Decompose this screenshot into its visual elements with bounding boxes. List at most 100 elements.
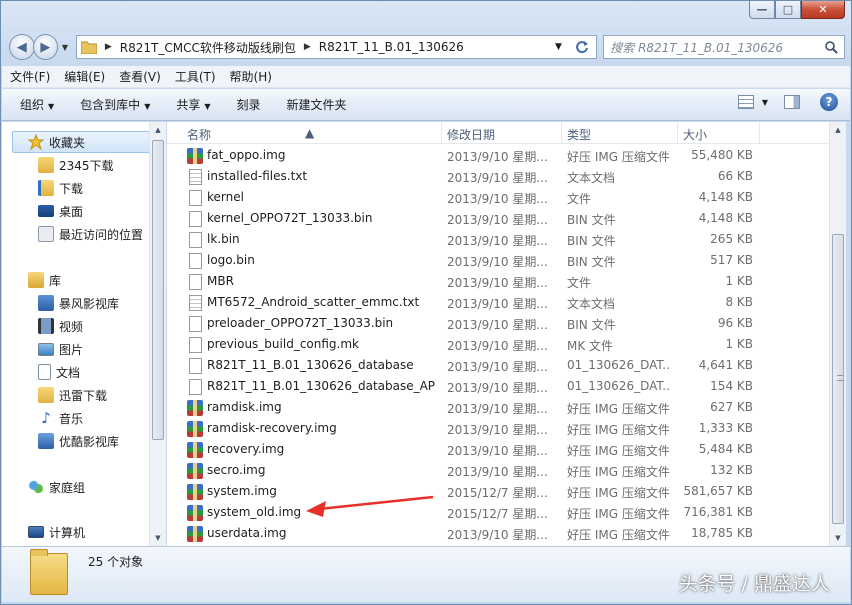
file-row[interactable]: recovery.img 2013/9/10 星期... 好压 IMG 压缩文件 5,… [167, 439, 829, 460]
archive-icon [187, 442, 203, 458]
search-box[interactable]: 搜索 R821T_11_B.01_130626 [603, 35, 846, 59]
address-bar[interactable]: ▶ R821T_CMCC软件移动版线刷包 ▶ R821T_11_B.01_130… [75, 35, 550, 59]
file-row[interactable]: system_old.img 2015/12/7 星期... 好压 IMG 压缩文件… [167, 502, 829, 523]
scroll-up-icon[interactable]: ▲ [830, 122, 846, 138]
explorer-window: — □ ✕ ◀ ▶ ▼ ▶ R821T_CMCC软件移动版线刷包 ▶ R821T… [0, 0, 852, 605]
file-row[interactable]: R821T_11_B.01_130626_database_AP 2013/9/1… [167, 376, 829, 397]
nav-item-music[interactable]: ♪ 音乐 [38, 408, 83, 428]
column-type[interactable]: 类型 [567, 126, 591, 143]
scroll-down-icon[interactable]: ▼ [830, 530, 846, 546]
breadcrumb-parent[interactable]: R821T_CMCC软件移动版线刷包 [120, 39, 296, 56]
breadcrumb-current[interactable]: R821T_11_B.01_130626 [319, 40, 464, 54]
menu-edit[interactable]: 编辑(E) [64, 68, 105, 85]
file-size: 1,333 KB [698, 421, 753, 435]
file-row[interactable]: secro.img 2013/9/10 星期... 好压 IMG 压缩文件 132 K… [167, 460, 829, 481]
nav-scroll-thumb[interactable] [152, 140, 164, 440]
nav-item-baofeng-library[interactable]: 暴风影视库 [38, 293, 119, 313]
file-size: 4,641 KB [698, 358, 753, 372]
menu-help[interactable]: 帮助(H) [230, 68, 272, 85]
maximize-button[interactable]: □ [775, 1, 801, 19]
back-button[interactable]: ◀ [9, 34, 35, 60]
nav-item-desktop[interactable]: 桌面 [38, 201, 83, 221]
navigation-pane: 收藏夹 2345下载 下载 桌面 最近访问的位置 库 暴风影视库 视频 图片 文… [2, 122, 149, 546]
nav-item-downloads[interactable]: 下载 [38, 178, 83, 198]
file-row[interactable]: R821T_11_B.01_130626_database 2013/9/10 星… [167, 355, 829, 376]
refresh-icon[interactable] [575, 40, 589, 54]
menu-view[interactable]: 查看(V) [119, 68, 161, 85]
file-size: 1 KB [725, 337, 753, 351]
nav-item-youku-library[interactable]: 优酷影视库 [38, 431, 119, 451]
close-button[interactable]: ✕ [801, 1, 845, 19]
file-list-scrollbar[interactable]: ▲ ▼ [829, 122, 846, 546]
file-row[interactable]: kernel 2013/9/10 星期... 文件 4,148 KB [167, 187, 829, 208]
minimize-button[interactable]: — [749, 1, 775, 19]
file-row[interactable]: lk.bin 2013/9/10 星期... BIN 文件 265 KB [167, 229, 829, 250]
view-options-icon[interactable] [737, 95, 754, 109]
file-date: 2013/9/10 星期... [447, 465, 548, 479]
forward-button[interactable]: ▶ [32, 34, 59, 60]
column-size[interactable]: 大小 [683, 126, 707, 143]
search-icon[interactable] [825, 40, 838, 54]
nav-libraries[interactable]: 库 [28, 270, 61, 290]
column-name[interactable]: 名称 [187, 126, 211, 143]
search-input[interactable]: 搜索 R821T_11_B.01_130626 [610, 39, 783, 56]
view-dropdown-icon[interactable]: ▼ [762, 98, 768, 107]
nav-item-2345-download[interactable]: 2345下载 [38, 155, 114, 175]
nav-homegroup[interactable]: 家庭组 [28, 477, 85, 497]
nav-computer[interactable]: 计算机 [28, 522, 85, 542]
file-list-scroll-thumb[interactable] [832, 234, 844, 524]
file-type: 01_130626_DAT... [567, 358, 671, 372]
help-icon[interactable]: ? [820, 93, 838, 111]
file-row[interactable]: system.img 2015/12/7 星期... 好压 IMG 压缩文件 581,… [167, 481, 829, 502]
file-row[interactable]: fat_oppo.img 2013/9/10 星期... 好压 IMG 压缩文件 55… [167, 145, 829, 166]
column-date[interactable]: 修改日期 [447, 126, 495, 143]
library-icon [28, 272, 44, 288]
document-icon [38, 364, 51, 380]
include-in-library-button[interactable]: 包含到库中 ▼ [80, 96, 150, 113]
file-type: 文本文档 [567, 297, 616, 311]
nav-item-xunlei-download[interactable]: 迅雷下载 [38, 385, 107, 405]
file-row[interactable]: ramdisk-recovery.img 2013/9/10 星期... 好压 IM… [167, 418, 829, 439]
file-icon [189, 316, 202, 332]
nav-item-pictures[interactable]: 图片 [38, 339, 83, 359]
file-row[interactable]: MBR 2013/9/10 星期... 文件 1 KB [167, 271, 829, 292]
column-divider[interactable] [441, 122, 442, 144]
nav-item-label: 桌面 [59, 204, 84, 219]
file-row[interactable]: previous_build_config.mk 2013/9/10 星期... M… [167, 334, 829, 355]
column-divider[interactable] [759, 122, 760, 144]
star-icon [28, 134, 44, 150]
file-row[interactable]: installed-files.txt 2013/9/10 星期... 文本文档 66… [167, 166, 829, 187]
file-row[interactable]: kernel_OPPO72T_13033.bin 2013/9/10 星期... B… [167, 208, 829, 229]
nav-item-recent-places[interactable]: 最近访问的位置 [38, 224, 143, 244]
preview-pane-icon[interactable] [784, 95, 800, 109]
column-divider[interactable] [561, 122, 562, 144]
file-row[interactable]: logo.bin 2013/9/10 星期... BIN 文件 517 KB [167, 250, 829, 271]
address-dropdown-icon[interactable]: ▼ [555, 42, 562, 52]
file-row[interactable]: MT6572_Android_scatter_emmc.txt 2013/9/10… [167, 292, 829, 313]
file-name: fat_oppo.img [207, 148, 286, 162]
organize-label: 组织 [20, 98, 45, 112]
file-row[interactable]: preloader_OPPO72T_13033.bin 2013/9/10 星期.… [167, 313, 829, 334]
breadcrumb-separator[interactable]: ▶ [304, 42, 311, 52]
nav-favorites[interactable]: 收藏夹 [28, 132, 85, 152]
scroll-up-icon[interactable]: ▲ [150, 122, 166, 138]
burn-button[interactable]: 刻录 [237, 96, 261, 113]
nav-scrollbar[interactable]: ▲ ▼ [149, 122, 166, 546]
menu-tools[interactable]: 工具(T) [175, 68, 216, 85]
file-date: 2015/12/7 星期... [447, 486, 548, 500]
scroll-down-icon[interactable]: ▼ [150, 530, 166, 546]
menu-file[interactable]: 文件(F) [10, 68, 50, 85]
file-name: ramdisk.img [207, 400, 282, 414]
breadcrumb-separator[interactable]: ▶ [105, 42, 112, 52]
nav-item-documents[interactable]: 文档 [38, 362, 80, 382]
column-header-row: ▲ 名称 修改日期 类型 大小 [167, 122, 829, 144]
organize-button[interactable]: 组织 ▼ [20, 96, 54, 113]
nav-item-videos[interactable]: 视频 [38, 316, 83, 336]
file-row[interactable]: ramdisk.img 2013/9/10 星期... 好压 IMG 压缩文件 627… [167, 397, 829, 418]
recent-pages-dropdown[interactable]: ▼ [58, 43, 72, 52]
share-button[interactable]: 共享 ▼ [176, 96, 210, 113]
new-folder-button[interactable]: 新建文件夹 [287, 96, 347, 113]
desktop-icon [38, 205, 54, 217]
column-divider[interactable] [677, 122, 678, 144]
file-row[interactable]: userdata.img 2013/9/10 星期... 好压 IMG 压缩文件 18… [167, 523, 829, 544]
